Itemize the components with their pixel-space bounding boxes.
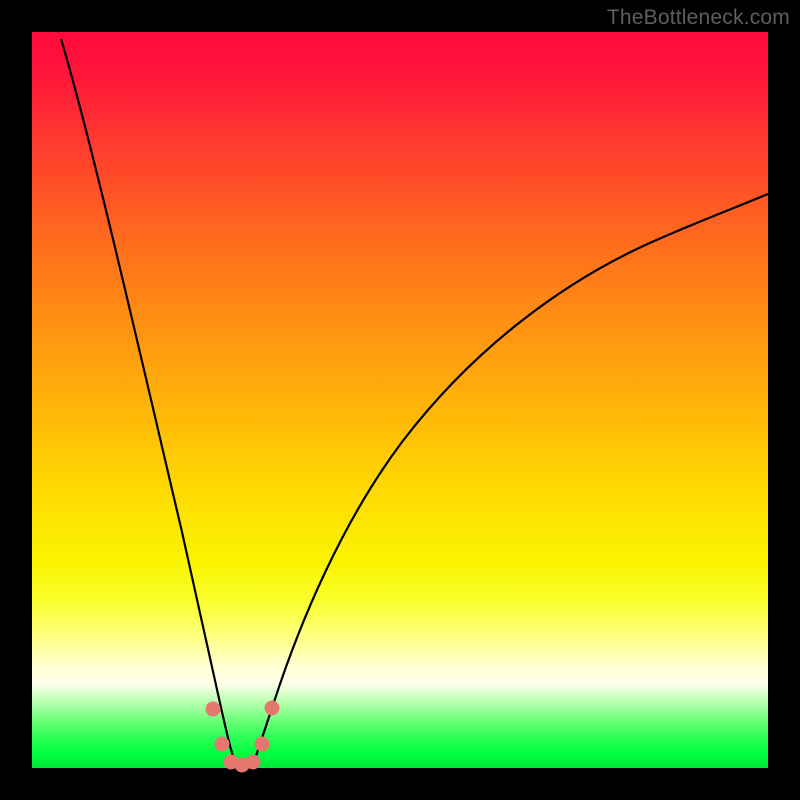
data-marker (215, 737, 230, 752)
curve-right-branch (253, 194, 768, 765)
data-marker (206, 702, 221, 717)
plot-area (32, 32, 768, 768)
watermark-text: TheBottleneck.com (607, 6, 790, 30)
curve-left-branch (61, 39, 237, 765)
bottleneck-curve (32, 32, 768, 768)
data-marker (265, 701, 280, 716)
data-marker (246, 755, 261, 770)
chart-frame: TheBottleneck.com (0, 0, 800, 800)
data-marker (255, 737, 270, 752)
